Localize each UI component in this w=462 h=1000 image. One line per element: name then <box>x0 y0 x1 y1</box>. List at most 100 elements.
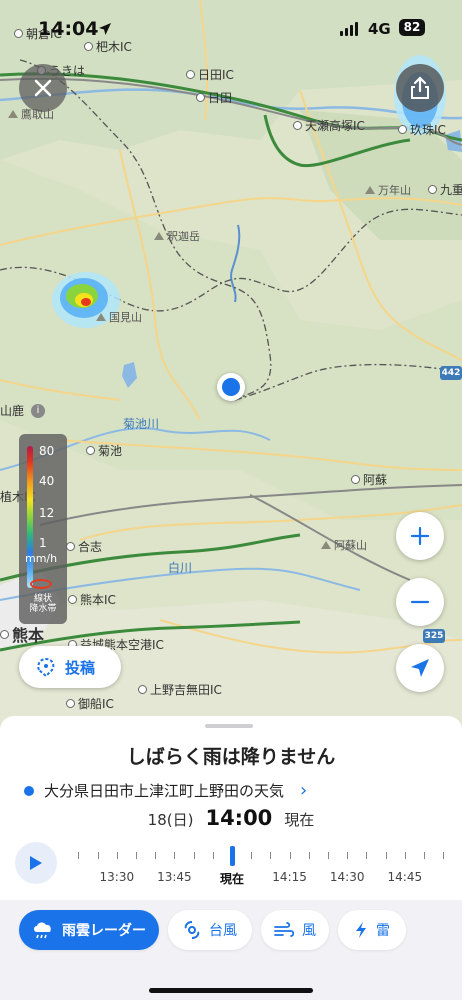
place-label: 上野吉無田IC <box>138 681 222 698</box>
place-label: 日田 <box>196 89 232 106</box>
precipitation-legend: 80 40 12 1 mm/h 線状 降水帯 <box>19 434 67 624</box>
mountain-icon <box>365 186 375 194</box>
legend-level: 40 <box>39 474 55 488</box>
mountain-label: 釈迦岳 <box>154 228 200 244</box>
network-type: 4G <box>368 20 391 38</box>
mountain-icon <box>321 541 331 549</box>
place-dot <box>398 125 407 134</box>
place-label: 玖珠IC <box>398 121 446 138</box>
share-icon <box>411 76 429 99</box>
location-dot <box>222 378 240 396</box>
status-bar: 14:04 4G 82 <box>0 18 462 44</box>
tab-rain-radar[interactable]: 雨雲レーダー <box>19 910 159 950</box>
place-dot <box>66 699 75 708</box>
place-dot <box>138 685 147 694</box>
time-slider[interactable]: 513:3013:45現在14:1514:3014:45 <box>68 846 462 896</box>
timeline-label: 現在 <box>219 872 245 886</box>
timeline-current-marker[interactable] <box>230 846 235 866</box>
rain-cloud-icon <box>34 922 51 939</box>
sheet-grabber[interactable] <box>205 724 253 728</box>
timeline-tick <box>116 852 118 859</box>
current-time-row: 18(日) 14:00 現在 <box>0 806 462 830</box>
post-button[interactable]: 投稿 <box>19 646 121 688</box>
minus-icon <box>410 600 430 604</box>
place-dot <box>66 542 75 551</box>
play-icon <box>30 856 42 870</box>
timeline-tick <box>270 852 272 859</box>
current-location-marker <box>217 373 245 401</box>
place-dot <box>428 185 437 194</box>
location-dot-icon <box>24 785 34 796</box>
route-shield: 325 <box>423 629 445 643</box>
linear-rainband-label: 線状 降水帯 <box>29 594 57 614</box>
chevron-right-icon: › <box>300 780 308 801</box>
tab-typhoon[interactable]: 台風 <box>168 910 252 950</box>
mountain-label: 万年山 <box>365 182 411 198</box>
timeline-label: 13:45 <box>157 870 192 884</box>
timeline-tick <box>212 852 214 859</box>
tab-label: 雨雲レーダー <box>62 923 146 939</box>
timeline-tick <box>424 852 425 859</box>
timeline-tick <box>97 852 99 859</box>
route-shield: 442 <box>440 366 462 380</box>
place-dot <box>68 595 77 604</box>
rain-forecast-headline: しばらく雨は降りません <box>126 746 336 768</box>
time-suffix: 現在 <box>284 811 315 829</box>
zoom-in-button[interactable] <box>396 512 444 560</box>
zoom-out-button[interactable] <box>396 578 444 626</box>
river-label: 白川 <box>168 561 193 575</box>
info-icon[interactable]: i <box>31 403 46 418</box>
legend-level: 12 <box>39 506 55 520</box>
timeline-tick <box>347 852 349 859</box>
timeline-tick <box>366 852 368 859</box>
legend-color-scale <box>27 446 33 588</box>
battery-icon: 82 <box>399 19 425 36</box>
place-dot <box>196 93 205 102</box>
mountain-icon <box>96 313 106 321</box>
timeline-label: 14:30 <box>329 870 365 884</box>
mountain-icon <box>154 232 164 240</box>
place-label: 菊池 <box>86 442 122 459</box>
timeline-label: 13:30 <box>99 870 135 884</box>
timeline-tick <box>404 852 406 859</box>
place-label: 合志 <box>66 538 102 555</box>
share-button[interactable] <box>396 64 444 112</box>
typhoon-icon <box>184 921 200 939</box>
close-button[interactable] <box>19 64 67 112</box>
location-name: 大分県日田市上津江町上野田の天気 <box>44 782 285 800</box>
linear-rainband-icon <box>30 579 52 589</box>
post-icon <box>37 657 55 678</box>
tab-label: 台風 <box>209 923 237 939</box>
timeline-tick <box>251 852 253 859</box>
timeline-tick <box>78 852 80 859</box>
location-weather-link[interactable]: 大分県日田市上津江町上野田の天気 › <box>24 780 307 801</box>
mountain-icon <box>8 110 18 118</box>
mountain-label: 阿蘇山 <box>321 537 367 553</box>
layer-tab-bar: 雨雲レーダー 台風 風 雷 <box>0 900 462 1000</box>
post-button-label: 投稿 <box>65 658 96 677</box>
tab-lightning[interactable]: 雷 <box>338 910 406 950</box>
lightning-icon <box>356 922 366 938</box>
legend-level: 80 <box>39 444 55 458</box>
place-dot <box>186 70 195 79</box>
timeline-tick <box>289 852 291 859</box>
play-button[interactable] <box>15 842 57 884</box>
navigation-arrow-icon <box>411 659 429 677</box>
locate-me-button[interactable] <box>396 644 444 692</box>
place-label: 熊本IC <box>68 591 116 608</box>
place-dot <box>293 121 302 130</box>
timeline-label: 14:15 <box>272 870 307 884</box>
timeline-tick <box>443 852 445 859</box>
time-label: 14:00 <box>205 806 273 830</box>
wind-icon <box>274 922 294 937</box>
place-label: 阿蘇 <box>351 471 387 488</box>
place-dot <box>351 475 360 484</box>
cellular-signal-icon <box>340 22 358 36</box>
tab-wind[interactable]: 風 <box>261 910 329 950</box>
weather-bottom-sheet: しばらく雨は降りません 大分県日田市上津江町上野田の天気 › 18(日) 14:0… <box>0 716 462 1000</box>
tab-label: 雷 <box>376 923 390 939</box>
timeline-tick <box>328 852 329 859</box>
home-indicator <box>149 988 313 993</box>
tab-label: 風 <box>302 923 316 939</box>
place-label: 御船IC <box>66 695 114 712</box>
